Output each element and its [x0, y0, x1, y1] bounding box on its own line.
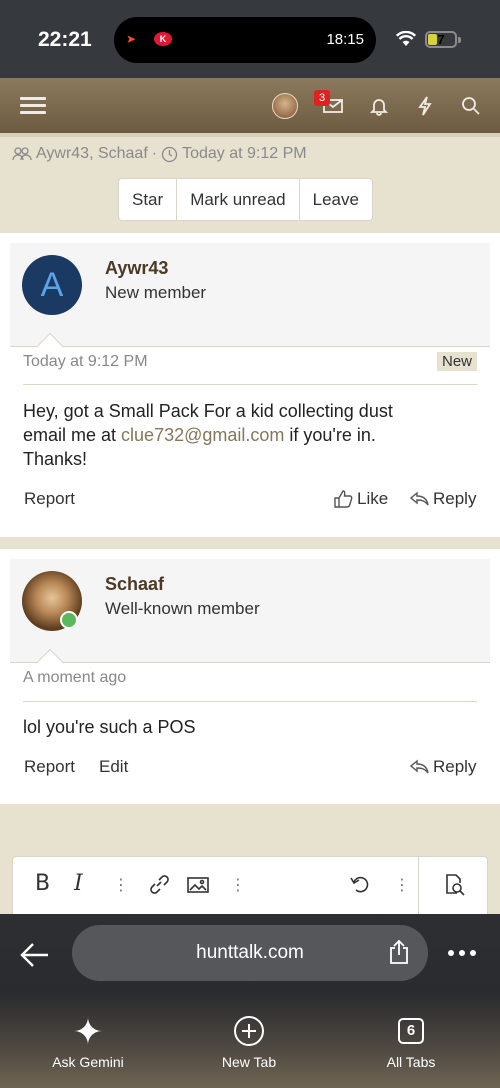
- message-body: lol you're such a POS: [23, 717, 196, 737]
- gemini-sparkle-icon: [74, 1017, 102, 1045]
- message-user-block: Schaaf Well-known member: [10, 559, 490, 663]
- reply-icon: [410, 759, 429, 774]
- report-link[interactable]: Report: [24, 757, 75, 777]
- message-post: Schaaf Well-known member A moment ago lo…: [0, 549, 500, 804]
- reply-button[interactable]: Reply: [410, 489, 476, 509]
- all-tabs-button[interactable]: 6 All Tabs: [351, 1014, 471, 1070]
- mark-unread-button[interactable]: Mark unread: [177, 179, 300, 220]
- star-button[interactable]: Star: [119, 179, 178, 220]
- reply-button[interactable]: Reply: [410, 757, 476, 777]
- thumbs-up-icon: [334, 490, 353, 508]
- username[interactable]: Schaaf: [105, 574, 164, 595]
- share-icon: [390, 939, 408, 964]
- new-tab-label: New Tab: [221, 1054, 277, 1070]
- more-editor-options-icon[interactable]: ⋮: [394, 875, 410, 895]
- message-body: Hey, got a Small Pack For a kid collecti…: [23, 401, 393, 469]
- whats-new-button[interactable]: [410, 78, 440, 133]
- message-date[interactable]: Today at 9:12 PM: [23, 353, 148, 371]
- username[interactable]: Aywr43: [105, 258, 168, 279]
- ask-gemini-button[interactable]: Ask Gemini: [28, 1014, 148, 1070]
- share-button[interactable]: [388, 939, 410, 970]
- preview-icon: [446, 874, 465, 896]
- reply-editor-toolbar: B I ⋮ ⋮ ⋮: [12, 856, 488, 916]
- back-arrow-icon: [20, 943, 48, 967]
- address-bar[interactable]: hunttalk.com: [72, 925, 428, 981]
- link-icon: [150, 875, 169, 894]
- reply-label: Reply: [433, 489, 477, 508]
- report-link[interactable]: Report: [24, 489, 75, 509]
- undo-button[interactable]: [349, 873, 371, 901]
- conversation-meta: Aywr43, Schaaf · Today at 9:12 PM: [12, 145, 307, 163]
- url-text: hunttalk.com: [196, 942, 304, 963]
- leave-button[interactable]: Leave: [300, 179, 372, 220]
- activity-time: 18:15: [326, 31, 364, 48]
- edit-link[interactable]: Edit: [99, 757, 128, 777]
- clock-icon: [161, 146, 178, 162]
- plus-circle-icon: [234, 1016, 264, 1046]
- new-tab-button[interactable]: New Tab: [189, 1014, 309, 1070]
- more-text-options-icon[interactable]: ⋮: [113, 875, 129, 895]
- all-tabs-label: All Tabs: [386, 1054, 436, 1070]
- image-button[interactable]: [187, 874, 209, 900]
- avatar[interactable]: A: [22, 255, 82, 315]
- tab-count-icon: 6: [398, 1018, 424, 1044]
- status-bar: 22:21 ➤ K 18:15 7: [0, 0, 500, 78]
- online-status-icon: [60, 611, 78, 629]
- message-post: A Aywr43 New member Today at 9:12 PM New…: [0, 233, 500, 537]
- lightning-icon: [418, 95, 432, 115]
- user-title: Well-known member: [105, 599, 260, 618]
- participants-text: Aywr43, Schaaf: [36, 145, 148, 162]
- search-icon: [462, 96, 480, 115]
- message-user-block: A Aywr43 New member: [10, 243, 490, 347]
- browser-toolbar: hunttalk.com Ask Gemini New Tab 6 All Ta…: [0, 914, 500, 1088]
- clock: 22:21: [38, 28, 92, 51]
- hamburger-icon: [20, 93, 46, 118]
- conversation-time: Today at 9:12 PM: [182, 145, 307, 162]
- search-button[interactable]: [456, 78, 486, 133]
- more-insert-options-icon[interactable]: ⋮: [230, 875, 246, 895]
- account-avatar[interactable]: [272, 93, 298, 119]
- site-navbar: [0, 78, 500, 133]
- broncos-logo-icon: ➤: [126, 32, 137, 46]
- inbox-count-badge: 3: [314, 90, 330, 106]
- image-icon: [187, 877, 209, 893]
- battery-icon: 7: [425, 31, 461, 48]
- bold-button[interactable]: B: [35, 871, 50, 896]
- undo-icon: [350, 876, 369, 893]
- bell-icon: [369, 98, 389, 116]
- reply-icon: [410, 491, 429, 506]
- wifi-icon: [396, 31, 416, 46]
- like-button[interactable]: Like: [334, 489, 388, 509]
- new-badge: New: [436, 352, 477, 371]
- user-title: New member: [105, 283, 207, 302]
- more-options-button[interactable]: [448, 950, 476, 956]
- users-icon: [12, 147, 32, 161]
- reply-label: Reply: [433, 757, 477, 776]
- ask-gemini-label: Ask Gemini: [52, 1054, 124, 1070]
- battery-level: 7: [437, 32, 445, 47]
- chiefs-logo-icon: K: [154, 32, 172, 46]
- like-label: Like: [357, 489, 389, 508]
- italic-button[interactable]: I: [74, 871, 83, 896]
- nav-divider: [0, 133, 500, 137]
- meta-separator: ·: [151, 145, 158, 162]
- link-button[interactable]: [148, 873, 170, 901]
- menu-button[interactable]: [18, 78, 48, 133]
- email-link[interactable]: clue732@gmail.com: [121, 425, 284, 445]
- alerts-button[interactable]: [364, 78, 394, 133]
- dynamic-island: ➤ K 18:15: [114, 17, 376, 63]
- preview-button[interactable]: [418, 857, 488, 915]
- conversation-actions: Star Mark unread Leave: [118, 178, 373, 221]
- back-button[interactable]: [20, 942, 50, 973]
- message-date[interactable]: A moment ago: [23, 669, 126, 687]
